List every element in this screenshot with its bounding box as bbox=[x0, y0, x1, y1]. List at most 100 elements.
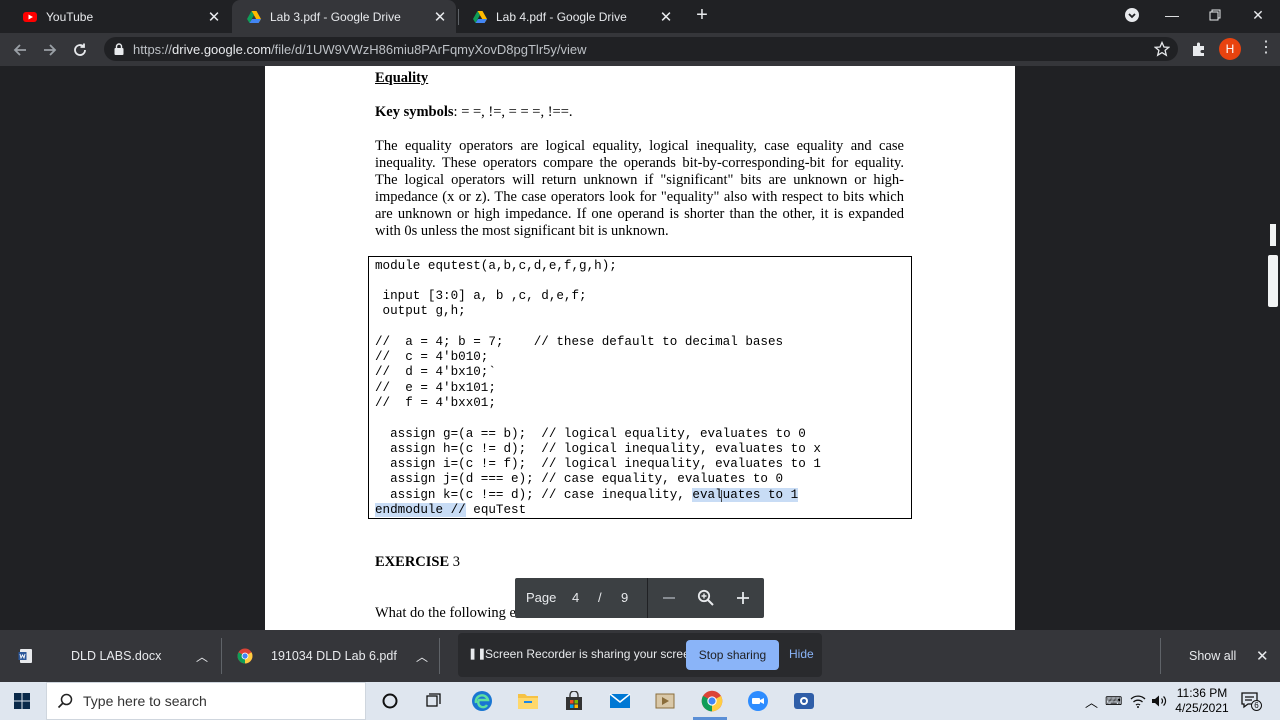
code-text: assign k=(c !== d); // case inequality, bbox=[375, 488, 693, 502]
tab-title: Lab 4.pdf - Google Drive bbox=[496, 9, 627, 24]
code-line-selected[interactable]: assign k=(c !== d); // case inequality, … bbox=[375, 488, 799, 503]
exercise-number: 3 bbox=[449, 554, 461, 570]
screen-share-notice: ❚❚ Screen Recorder is sharing your scree… bbox=[458, 633, 822, 677]
lock-icon[interactable] bbox=[114, 43, 124, 55]
cortana-icon[interactable] bbox=[377, 688, 403, 714]
show-all-button[interactable]: Show all bbox=[1189, 630, 1236, 682]
page-label: Page bbox=[526, 590, 557, 605]
download-separator bbox=[1160, 638, 1161, 674]
para-line-1: The equality operators are logical equal… bbox=[375, 138, 904, 154]
mail-icon[interactable] bbox=[607, 688, 633, 714]
tab-lab4[interactable]: Lab 4.pdf - Google Drive ✕ bbox=[458, 0, 682, 33]
forward-button[interactable] bbox=[37, 37, 63, 63]
code-line: // c = 4'b010; bbox=[375, 350, 489, 364]
minimize-button[interactable]: — bbox=[1150, 0, 1194, 30]
page-toolbar: Page 4 / 9 bbox=[515, 578, 764, 618]
chrome-icon bbox=[237, 648, 253, 664]
page-number-input[interactable]: 4 bbox=[572, 590, 579, 605]
code-line: input [3:0] a, b ,c, d,e,f; bbox=[375, 289, 587, 303]
microsoft-store-icon[interactable] bbox=[561, 688, 587, 714]
pdf-page: Equality Key symbols: = =, !=, = = =, !=… bbox=[265, 66, 1015, 630]
zoom-in-icon[interactable] bbox=[735, 590, 751, 606]
clock-date: 4/25/2021 bbox=[1175, 701, 1229, 715]
back-arrow-icon bbox=[13, 44, 26, 56]
google-drive-icon bbox=[473, 10, 487, 23]
text-cursor bbox=[721, 490, 722, 502]
close-window-button[interactable]: ✕ bbox=[1236, 0, 1280, 30]
edge-icon[interactable] bbox=[469, 688, 495, 714]
profile-avatar[interactable]: H bbox=[1219, 38, 1241, 60]
restore-icon bbox=[1209, 9, 1221, 21]
screen-recorder-icon[interactable] bbox=[791, 688, 817, 714]
key-symbols-label: Key symbols bbox=[375, 104, 454, 120]
para-line-3: The logical operators will return unknow… bbox=[375, 172, 904, 188]
word-doc-icon bbox=[18, 649, 32, 663]
google-drive-icon bbox=[247, 10, 261, 23]
code-line: assign i=(c != f); // logical inequality… bbox=[375, 457, 821, 471]
url-text[interactable]: https://drive.google.com/file/d/1UW9VWzH… bbox=[133, 42, 587, 57]
page-slash: / bbox=[598, 590, 602, 605]
language-indicator-icon[interactable]: ⌨ bbox=[1105, 682, 1122, 720]
tab-youtube[interactable]: YouTube ✕ bbox=[8, 0, 230, 33]
code-line: // d = 4'bx10;` bbox=[375, 365, 496, 379]
taskbar-search-box[interactable]: Type here to search bbox=[46, 682, 366, 720]
stop-sharing-button[interactable]: Stop sharing bbox=[686, 640, 779, 670]
page-total: 9 bbox=[621, 590, 629, 605]
zoom-out-icon[interactable] bbox=[661, 590, 677, 606]
extensions-puzzle-icon[interactable] bbox=[1191, 41, 1207, 57]
bookmark-star-icon[interactable] bbox=[1154, 41, 1170, 57]
url-scheme: https:// bbox=[133, 42, 173, 57]
reload-icon bbox=[74, 43, 86, 56]
code-line: // f = 4'bxx01; bbox=[375, 396, 496, 410]
task-view-icon[interactable] bbox=[421, 688, 447, 714]
tab-search-button[interactable] bbox=[1110, 0, 1154, 30]
tab-lab3[interactable]: Lab 3.pdf - Google Drive ✕ bbox=[232, 0, 456, 33]
media-player-icon[interactable] bbox=[652, 688, 678, 714]
back-button[interactable] bbox=[7, 37, 33, 63]
more-menu-icon[interactable]: ⋮ bbox=[1258, 40, 1274, 56]
selected-text: endmodule // bbox=[375, 503, 466, 517]
para-line-5: are unknown or high impedance. If one op… bbox=[375, 206, 904, 222]
hide-button[interactable]: Hide bbox=[789, 647, 814, 661]
url-host: drive.google.com bbox=[172, 42, 272, 57]
code-line: module equtest(a,b,c,d,e,f,g,h); bbox=[375, 259, 617, 273]
code-line-endmodule[interactable]: endmodule // equTest bbox=[375, 503, 526, 518]
forward-arrow-icon bbox=[44, 44, 57, 56]
download-item[interactable]: DLD LABS.docx ︿ bbox=[18, 630, 218, 682]
close-download-shelf-button[interactable]: ✕ bbox=[1256, 630, 1269, 682]
action-center-button[interactable]: 6 bbox=[1240, 690, 1262, 711]
maximize-button[interactable] bbox=[1193, 0, 1237, 30]
code-line: assign g=(a == b); // logical equality, … bbox=[375, 427, 806, 441]
search-icon bbox=[57, 693, 73, 709]
close-tab-icon[interactable]: ✕ bbox=[206, 8, 222, 26]
volume-icon[interactable] bbox=[1151, 694, 1167, 708]
pause-icon: ❚❚ bbox=[468, 648, 487, 660]
download-filename: 191034 DLD Lab 6.pdf bbox=[271, 649, 397, 663]
selected-text: evaluates to 1 bbox=[692, 488, 799, 502]
para-line-6: with 0s unless the most significant bit … bbox=[375, 223, 669, 239]
para-line-2: inequality. These operators compare the … bbox=[375, 155, 904, 171]
chrome-taskbar-icon[interactable] bbox=[699, 688, 725, 714]
chevron-up-icon[interactable]: ︿ bbox=[196, 648, 208, 665]
key-symbols-line: Key symbols: = =, !=, = = =, !==. bbox=[375, 104, 573, 121]
share-message: Screen Recorder is sharing your screen. bbox=[485, 647, 700, 661]
zoom-icon[interactable] bbox=[697, 589, 715, 607]
chevron-up-icon[interactable]: ︿ bbox=[416, 648, 428, 665]
new-tab-button[interactable]: + bbox=[690, 4, 714, 28]
para-line-4: impedance (x or z). The case operators l… bbox=[375, 189, 904, 205]
wifi-icon[interactable] bbox=[1130, 694, 1146, 708]
code-line: // a = 4; b = 7; // these default to dec… bbox=[375, 335, 784, 349]
reload-button[interactable] bbox=[67, 37, 93, 63]
windows-start-icon[interactable] bbox=[14, 693, 30, 709]
download-item[interactable]: 191034 DLD Lab 6.pdf ︿ bbox=[237, 630, 437, 682]
zoom-app-icon[interactable] bbox=[745, 688, 771, 714]
close-tab-icon[interactable]: ✕ bbox=[658, 8, 674, 26]
show-hidden-icons[interactable]: ︿ bbox=[1085, 682, 1098, 720]
tab-title: YouTube bbox=[46, 9, 94, 24]
download-separator bbox=[439, 638, 440, 674]
file-explorer-icon[interactable] bbox=[515, 688, 541, 714]
scrollbar-thumb[interactable] bbox=[1268, 255, 1278, 307]
notification-badge: 6 bbox=[1251, 700, 1262, 711]
clock[interactable]: 11:36 PM 4/25/2021 bbox=[1174, 682, 1230, 720]
close-tab-icon[interactable]: ✕ bbox=[432, 8, 448, 26]
